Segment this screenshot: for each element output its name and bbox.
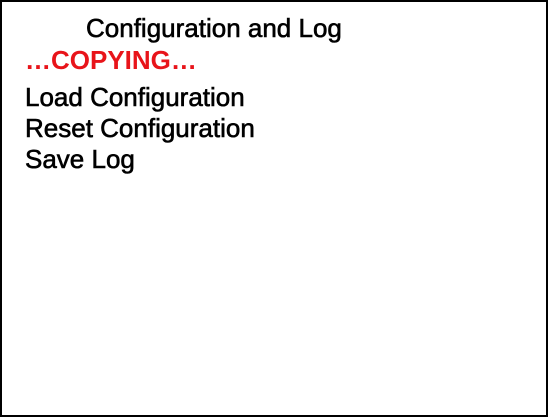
menu-list: Load Configuration Reset Configuration S…: [25, 82, 255, 175]
page-title: Configuration and Log: [86, 13, 342, 44]
menu-item-reset-configuration[interactable]: Reset Configuration: [25, 113, 255, 144]
configuration-screen: Configuration and Log …COPYING… Load Con…: [0, 0, 548, 417]
menu-item-save-log[interactable]: Save Log: [25, 144, 255, 175]
menu-item-load-configuration[interactable]: Load Configuration: [25, 82, 255, 113]
status-text: …COPYING…: [25, 45, 197, 75]
